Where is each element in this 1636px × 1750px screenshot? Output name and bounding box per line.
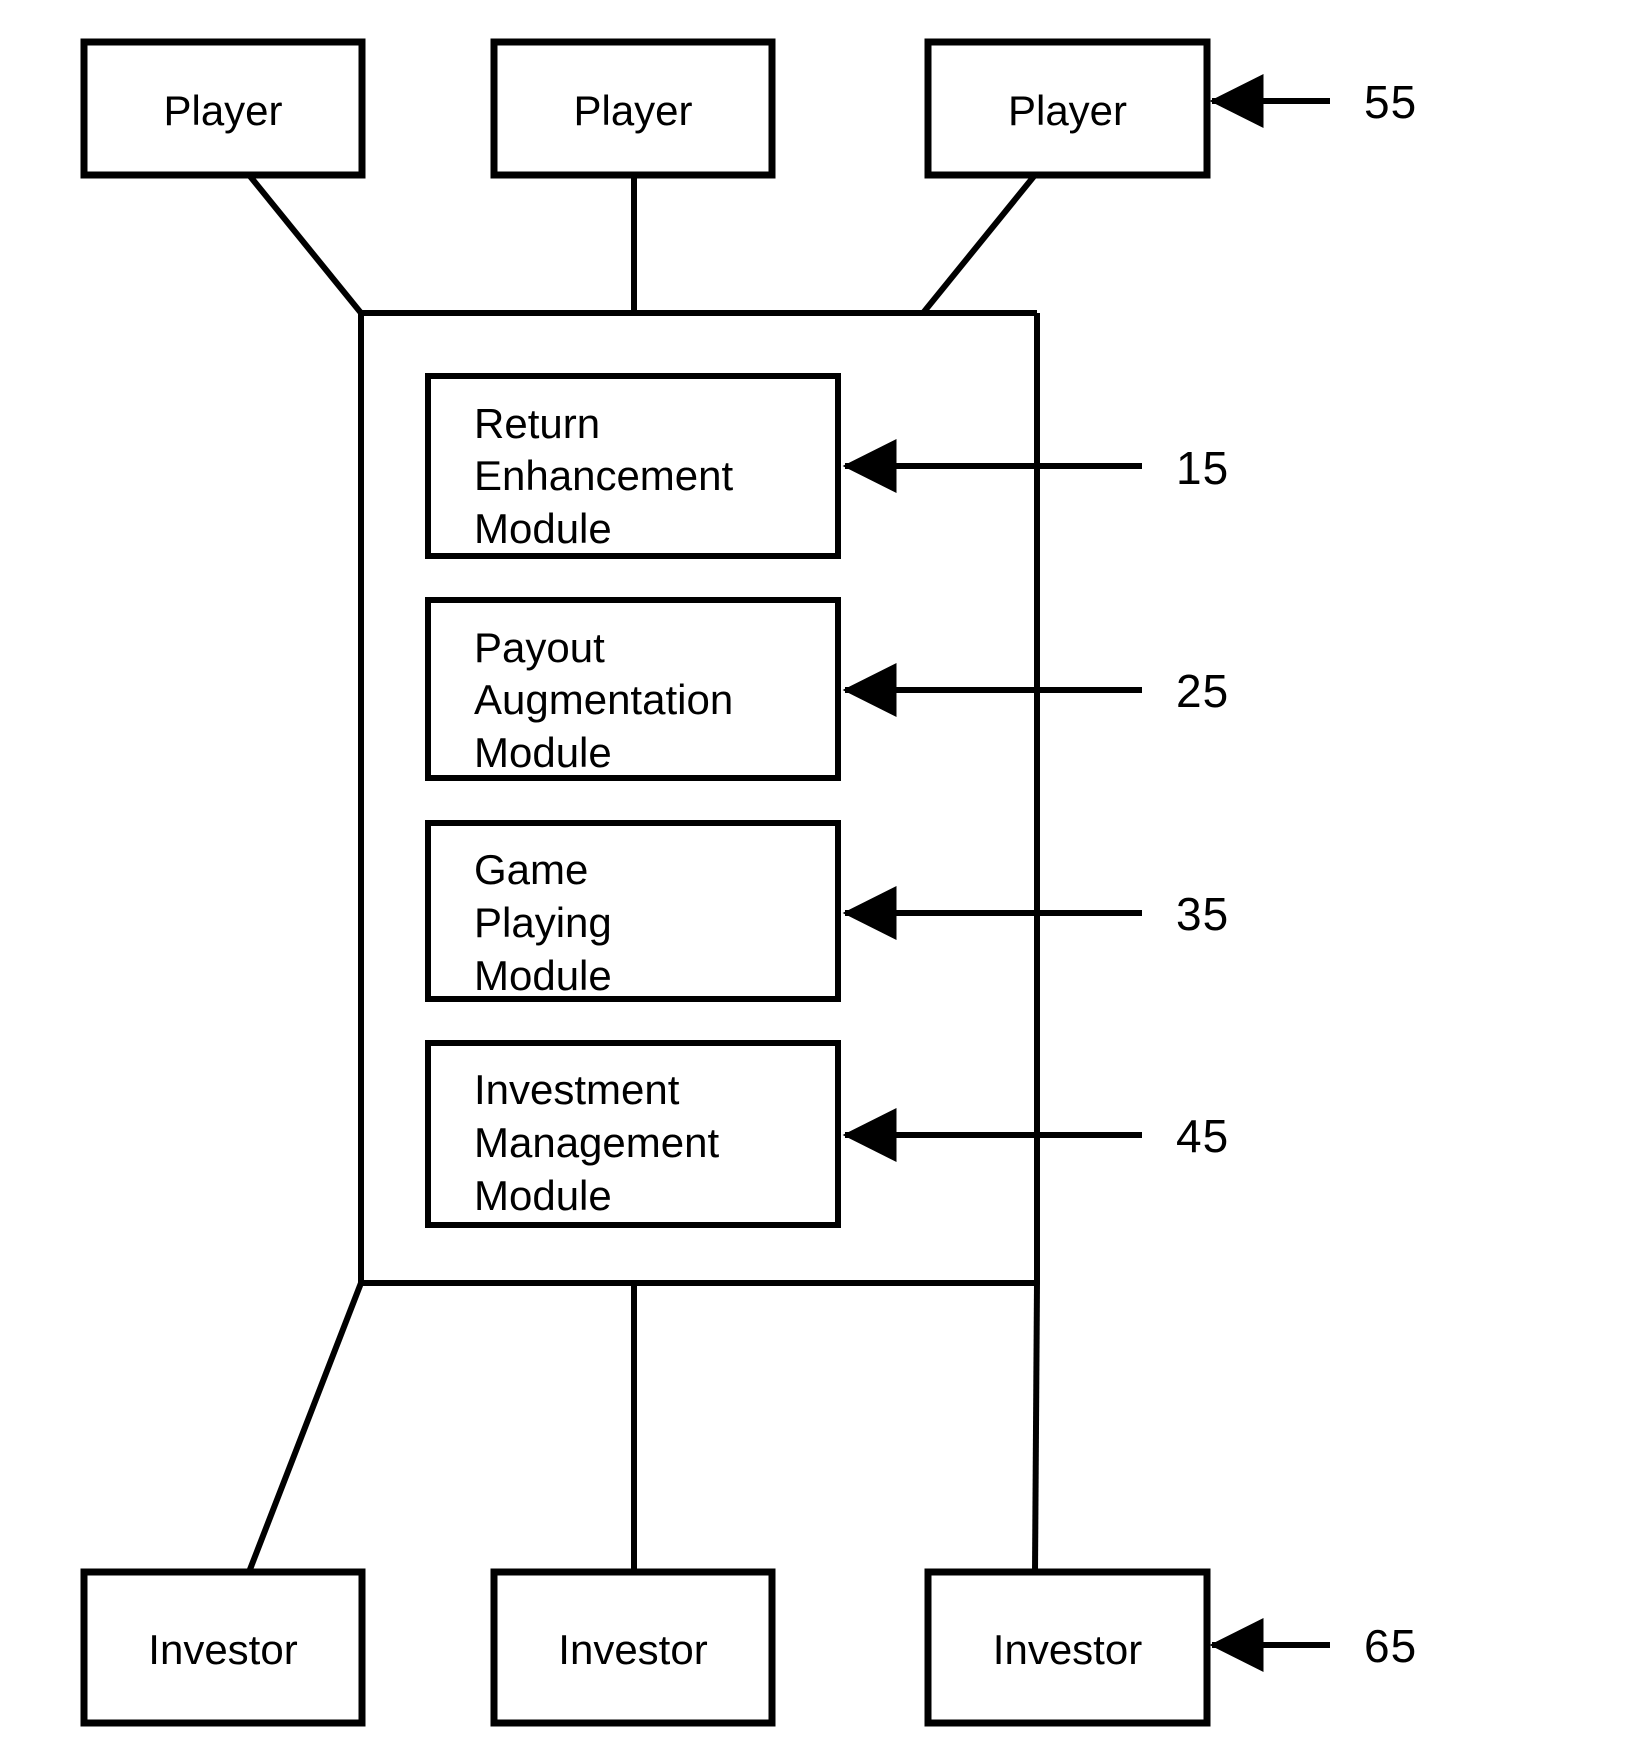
module-2-line-1: Payout [474,624,605,671]
module-1-line-2: Enhancement [474,452,734,499]
connector-system-to-investor1 [246,1281,364,1574]
module-2-line-3: Module [474,729,612,776]
module-4-line-2: Management [474,1119,720,1166]
player-label-1: Player [163,87,283,134]
connector-player3-to-system [920,173,1038,315]
module-3-line-1: Game [474,846,589,893]
reference-numeral-investors: 65 [1364,1620,1418,1672]
reference-numeral-module-2: 25 [1176,665,1230,717]
investor-label-3: Investor [992,1626,1143,1673]
patent-figure-canvas: Player Player Player Return Enhancement … [0,0,1636,1750]
module-1-line-1: Return [474,400,601,447]
module-4-line-3: Module [474,1172,612,1219]
player-label-2: Player [573,87,693,134]
reference-numeral-module-4: 45 [1176,1110,1230,1162]
diagram-vector-layer [80,38,1330,1727]
module-3-line-2: Playing [474,899,612,946]
reference-numeral-players: 55 [1364,76,1418,128]
module-3-line-3: Module [474,952,612,999]
reference-numeral-module-1: 15 [1176,442,1230,494]
module-2-line-2: Augmentation [474,676,734,723]
connector-player1-to-system [246,173,364,315]
connector-system-to-investor3 [1032,1282,1040,1573]
player-label-3: Player [1007,87,1128,134]
investor-label-2: Investor [558,1626,708,1673]
module-1-line-3: Module [474,505,612,552]
investor-label-1: Investor [148,1626,298,1673]
reference-numeral-module-3: 35 [1176,888,1230,940]
module-4-line-1: Investment [474,1066,680,1113]
